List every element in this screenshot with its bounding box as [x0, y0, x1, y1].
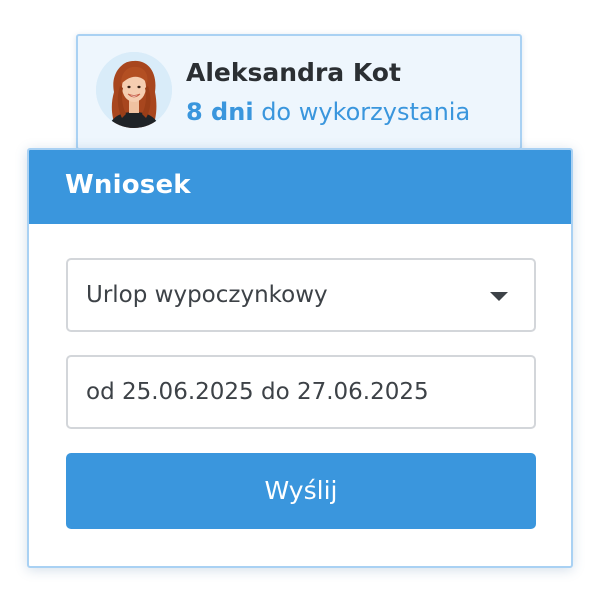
remaining-days: 8 dni do wykorzystania [186, 98, 470, 126]
avatar [96, 52, 172, 128]
request-panel: Wniosek Urlop wypoczynkowy od 25.06.2025… [27, 148, 573, 568]
date-range-value: od 25.06.2025 do 27.06.2025 [86, 379, 429, 405]
leave-type-value: Urlop wypoczynkowy [86, 282, 328, 308]
leave-request-widget: Aleksandra Kot 8 dni do wykorzystania Wn… [0, 0, 600, 600]
chevron-down-icon [490, 292, 508, 301]
date-range-field[interactable]: od 25.06.2025 do 27.06.2025 [66, 355, 536, 429]
leave-type-select[interactable]: Urlop wypoczynkowy [66, 258, 536, 332]
avatar-photo-icon [96, 52, 172, 128]
submit-button[interactable]: Wyślij [66, 453, 536, 529]
panel-title: Wniosek [65, 170, 191, 200]
panel-header: Wniosek [29, 150, 571, 224]
employee-name: Aleksandra Kot [186, 58, 401, 87]
remaining-days-suffix: do wykorzystania [261, 98, 471, 126]
employee-card: Aleksandra Kot 8 dni do wykorzystania [76, 34, 522, 150]
remaining-days-value: 8 dni [186, 98, 254, 126]
